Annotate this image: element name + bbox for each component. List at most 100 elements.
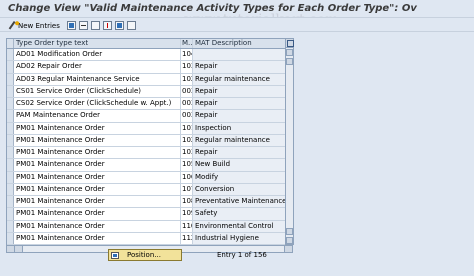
- select-all-icon[interactable]: [102, 21, 112, 30]
- position-icon: [111, 251, 119, 259]
- row-selector[interactable]: [7, 147, 14, 159]
- table-row[interactable]: PM01 Maintenance Order103Repair: [7, 147, 294, 160]
- new-entries-button[interactable]: New Entries: [18, 22, 60, 30]
- table-row[interactable]: AD02 Repair Order103Repair: [7, 61, 294, 74]
- cell-type[interactable]: CS02 Service Order (ClickSchedule w. App…: [14, 98, 181, 110]
- cell-desc: Environmental Control: [193, 220, 292, 232]
- table-row[interactable]: PM01 Maintenance Order105New Build: [7, 159, 294, 172]
- cell-type[interactable]: AD02 Repair Order: [14, 61, 181, 73]
- cell-type[interactable]: PM01 Maintenance Order: [14, 159, 181, 171]
- row-selector[interactable]: [7, 98, 14, 110]
- cell-mat[interactable]: 102: [181, 73, 193, 85]
- table-row[interactable]: PM01 Maintenance Order102Regular mainten…: [7, 134, 294, 147]
- cell-desc: Repair: [193, 147, 292, 159]
- cell-desc: Repair: [193, 85, 292, 97]
- cell-mat[interactable]: 105: [181, 159, 193, 171]
- table-row[interactable]: PM01 Maintenance Order107Conversion: [7, 183, 294, 196]
- cell-mat[interactable]: 003: [181, 110, 193, 122]
- cell-desc: [193, 49, 292, 61]
- position-label: Position...: [127, 251, 161, 259]
- select-all-cell[interactable]: [7, 39, 14, 48]
- scroll-left-button[interactable]: [7, 246, 15, 252]
- table-row[interactable]: PM01 Maintenance Order112Industrial Hygi…: [7, 232, 294, 245]
- cell-desc: Conversion: [193, 183, 292, 195]
- cell-type[interactable]: PM01 Maintenance Order: [14, 171, 181, 183]
- row-selector[interactable]: [7, 134, 14, 146]
- delete-icon[interactable]: [78, 21, 88, 30]
- table-row[interactable]: AD01 Modification Order104: [7, 49, 294, 62]
- copy-icon[interactable]: [66, 21, 76, 30]
- column-settings-icon[interactable]: [285, 38, 294, 48]
- vertical-scrollbar[interactable]: [285, 38, 294, 245]
- cell-mat[interactable]: 003: [181, 98, 193, 110]
- cell-mat[interactable]: 003: [181, 85, 193, 97]
- cell-mat[interactable]: 110: [181, 220, 193, 232]
- table-row[interactable]: AD03 Regular Maintenance Service102Regul…: [7, 73, 294, 86]
- cell-desc: Inspection: [193, 122, 292, 134]
- row-selector[interactable]: [7, 232, 14, 244]
- row-selector[interactable]: [7, 49, 14, 61]
- scroll-page-up-button[interactable]: [286, 58, 293, 65]
- cell-type[interactable]: PM01 Maintenance Order: [14, 208, 181, 220]
- cell-mat[interactable]: 112: [181, 232, 193, 244]
- table-row[interactable]: CS02 Service Order (ClickSchedule w. App…: [7, 98, 294, 111]
- cell-desc: New Build: [193, 159, 292, 171]
- row-selector[interactable]: [7, 159, 14, 171]
- select-block-icon[interactable]: [114, 21, 124, 30]
- new-entries-icon[interactable]: [8, 20, 17, 31]
- cell-type[interactable]: PM01 Maintenance Order: [14, 196, 181, 208]
- row-selector[interactable]: [7, 183, 14, 195]
- cell-mat[interactable]: 109: [181, 208, 193, 220]
- cell-type[interactable]: PM01 Maintenance Order: [14, 122, 181, 134]
- scroll-right-button[interactable]: [15, 246, 23, 252]
- scroll-up-button[interactable]: [286, 49, 293, 56]
- cell-mat[interactable]: 103: [181, 61, 193, 73]
- row-selector[interactable]: [7, 110, 14, 122]
- position-button[interactable]: Position...: [108, 249, 182, 261]
- column-header-mat[interactable]: M...: [181, 39, 193, 48]
- cell-type[interactable]: CS01 Service Order (ClickSchedule): [14, 85, 181, 97]
- row-selector[interactable]: [7, 122, 14, 134]
- table-row[interactable]: CS01 Service Order (ClickSchedule)003Rep…: [7, 85, 294, 98]
- row-selector[interactable]: [7, 85, 14, 97]
- cell-type[interactable]: AD03 Regular Maintenance Service: [14, 73, 181, 85]
- scroll-page-down-button[interactable]: [286, 228, 293, 235]
- row-selector[interactable]: [7, 208, 14, 220]
- cell-mat[interactable]: 107: [181, 183, 193, 195]
- row-selector[interactable]: [7, 196, 14, 208]
- table-row[interactable]: PAM Maintenance Order003Repair: [7, 110, 294, 123]
- cell-mat[interactable]: 106: [181, 171, 193, 183]
- cell-desc: Industrial Hygiene: [193, 232, 292, 244]
- scroll-down-button[interactable]: [286, 237, 293, 244]
- cell-type[interactable]: PM01 Maintenance Order: [14, 220, 181, 232]
- cell-type[interactable]: PM01 Maintenance Order: [14, 183, 181, 195]
- table-row[interactable]: PM01 Maintenance Order108Preventative Ma…: [7, 196, 294, 209]
- cell-mat[interactable]: 104: [181, 49, 193, 61]
- cell-mat[interactable]: 101: [181, 122, 193, 134]
- cell-type[interactable]: PM01 Maintenance Order: [14, 147, 181, 159]
- scroll-end-button[interactable]: [284, 246, 292, 252]
- cell-mat[interactable]: 108: [181, 196, 193, 208]
- undo-icon[interactable]: [90, 21, 100, 30]
- table-row[interactable]: PM01 Maintenance Order109Safety: [7, 208, 294, 221]
- table-header: Type Order type text M... MAT Descriptio…: [7, 39, 294, 49]
- cell-desc: Regular maintenance: [193, 134, 292, 146]
- column-header-desc[interactable]: MAT Description: [193, 39, 292, 48]
- table-row[interactable]: PM01 Maintenance Order101Inspection: [7, 122, 294, 135]
- table-row[interactable]: PM01 Maintenance Order110Environmental C…: [7, 220, 294, 233]
- data-table: Type Order type text M... MAT Descriptio…: [6, 38, 294, 245]
- column-header-type[interactable]: Type Order type text: [14, 39, 181, 48]
- row-selector[interactable]: [7, 171, 14, 183]
- table-row[interactable]: PM01 Maintenance Order106Modify: [7, 171, 294, 184]
- row-selector[interactable]: [7, 61, 14, 73]
- cell-desc: Regular maintenance: [193, 73, 292, 85]
- cell-type[interactable]: PM01 Maintenance Order: [14, 134, 181, 146]
- cell-type[interactable]: PAM Maintenance Order: [14, 110, 181, 122]
- row-selector[interactable]: [7, 73, 14, 85]
- cell-mat[interactable]: 102: [181, 134, 193, 146]
- cell-type[interactable]: AD01 Modification Order: [14, 49, 181, 61]
- deselect-all-icon[interactable]: [126, 21, 136, 30]
- cell-type[interactable]: PM01 Maintenance Order: [14, 232, 181, 244]
- row-selector[interactable]: [7, 220, 14, 232]
- cell-mat[interactable]: 103: [181, 147, 193, 159]
